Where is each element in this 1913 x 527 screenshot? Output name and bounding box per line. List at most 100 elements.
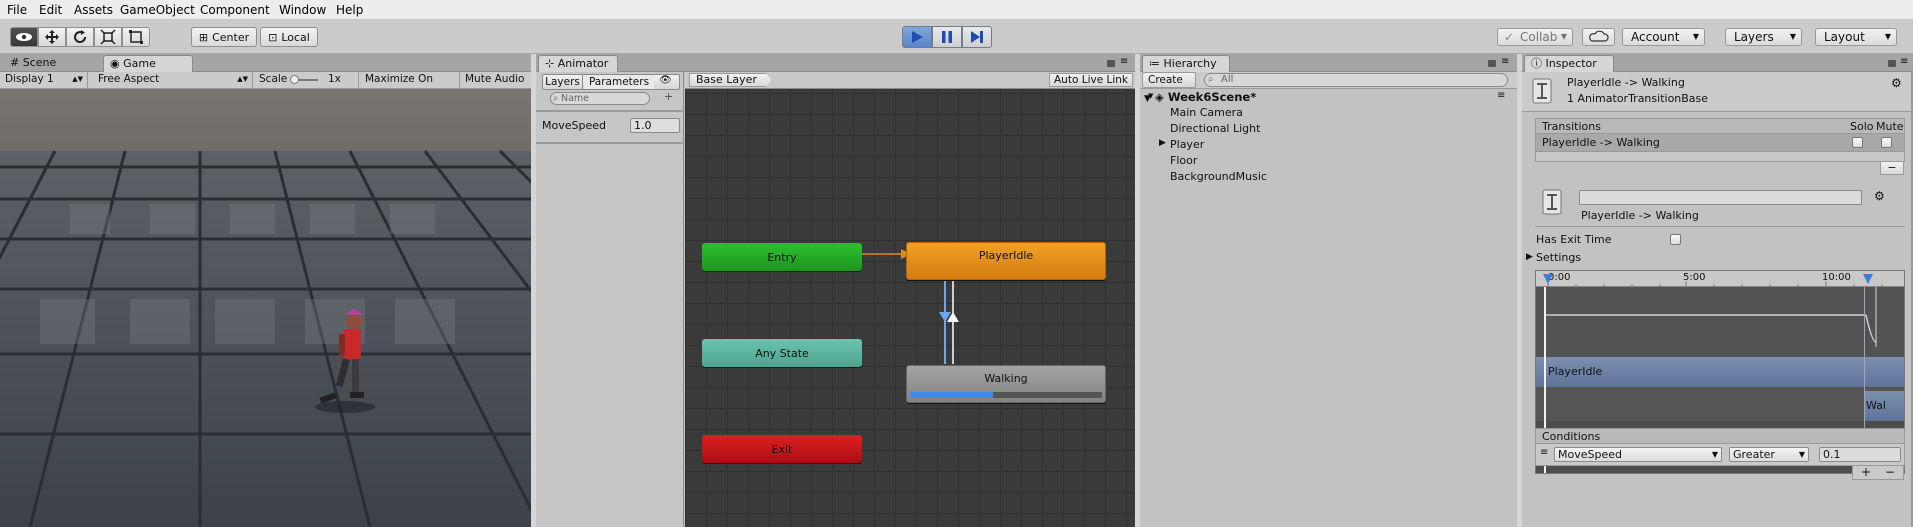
- state-walking[interactable]: Walking: [906, 365, 1106, 403]
- hierarchy-item-background-music[interactable]: BackgroundMusic: [1170, 170, 1267, 183]
- menu-gameobject[interactable]: GameObject: [120, 3, 195, 17]
- remove-transition-button[interactable]: −: [1880, 162, 1904, 175]
- tab-layers[interactable]: Layers: [543, 75, 583, 89]
- collab-dropdown[interactable]: ✓ Collab ▼: [1497, 28, 1573, 46]
- lock-icon[interactable]: [1107, 60, 1115, 67]
- eye-icon[interactable]: 👁: [659, 75, 672, 86]
- play-button[interactable]: [902, 26, 932, 48]
- floor-grid-image: [0, 149, 531, 527]
- search-icon: ⌕: [1208, 74, 1214, 85]
- animator-graph[interactable]: Base Layer Auto Live Link Entry PlayerId…: [685, 72, 1135, 527]
- animator-icon: ⊹: [545, 57, 555, 70]
- lock-icon[interactable]: [1488, 60, 1496, 67]
- timeline-state-walking[interactable]: Wal: [1864, 391, 1904, 421]
- scale-slider-knob[interactable]: [290, 75, 299, 84]
- settings-gear-icon[interactable]: ⚙: [1874, 189, 1885, 203]
- inspector-subtitle: 1 AnimatorTransitionBase: [1567, 92, 1709, 105]
- pivot-local-button[interactable]: ⊡ Local: [260, 27, 318, 47]
- transitions-header: Transitions: [1542, 120, 1601, 133]
- scene-menu-icon[interactable]: ≡: [1497, 90, 1505, 101]
- menu-help[interactable]: Help: [336, 3, 363, 17]
- timeline-state-playeridle-label: PlayerIdle: [1548, 365, 1603, 378]
- parameter-value-field[interactable]: 1.0: [630, 118, 680, 133]
- state-player-idle[interactable]: PlayerIdle: [906, 242, 1106, 280]
- hierarchy-item-main-camera[interactable]: Main Camera: [1170, 106, 1243, 119]
- transition-row[interactable]: PlayerIdle -> Walking: [1535, 134, 1905, 152]
- condition-param-dropdown[interactable]: MoveSpeed ▼: [1554, 447, 1722, 462]
- menu-file[interactable]: File: [7, 3, 27, 17]
- tab-scene[interactable]: # Scene: [4, 55, 76, 72]
- tab-game[interactable]: ◉ Game: [103, 55, 193, 72]
- hierarchy-item-floor[interactable]: Floor: [1170, 154, 1197, 167]
- pivot-center-button[interactable]: ⊞ Center: [191, 27, 257, 47]
- expand-right-icon[interactable]: ▶: [1526, 252, 1533, 262]
- hierarchy-icon: ≔: [1149, 57, 1160, 70]
- hierarchy-item-player[interactable]: Player: [1170, 138, 1204, 151]
- search-icon: ⌕: [553, 93, 559, 104]
- add-condition-button[interactable]: +: [1861, 465, 1871, 479]
- step-button[interactable]: [962, 26, 992, 48]
- state-exit[interactable]: Exit: [702, 435, 862, 463]
- layers-label: Layers: [1734, 30, 1774, 44]
- lock-icon[interactable]: [1888, 60, 1896, 67]
- cloud-button[interactable]: [1582, 28, 1615, 46]
- move-tool-button[interactable]: [38, 27, 66, 47]
- pause-button[interactable]: [932, 26, 962, 48]
- state-any-label: Any State: [755, 346, 809, 360]
- condition-row: ≡ MoveSpeed ▼ Greater ▼ 0.1: [1535, 444, 1905, 466]
- menu-assets[interactable]: Assets: [74, 3, 113, 17]
- drag-handle-icon[interactable]: ≡: [1540, 447, 1548, 458]
- settings-foldout[interactable]: Settings: [1536, 251, 1581, 264]
- timeline-state-playeridle[interactable]: PlayerIdle: [1536, 357, 1904, 387]
- remove-condition-button[interactable]: −: [1885, 465, 1895, 479]
- has-exit-time-checkbox[interactable]: [1670, 234, 1681, 245]
- mute-audio-toggle[interactable]: Mute Audio: [460, 72, 531, 88]
- tab-animator[interactable]: ⊹ Animator: [538, 55, 618, 72]
- mute-checkbox[interactable]: [1881, 137, 1892, 148]
- layout-dropdown[interactable]: Layout ▼: [1815, 28, 1897, 46]
- menu-icon[interactable]: ≡: [1501, 56, 1509, 67]
- solo-checkbox[interactable]: [1852, 137, 1863, 148]
- condition-value-field[interactable]: 0.1: [1819, 447, 1901, 462]
- add-parameter-button[interactable]: +: [664, 90, 673, 103]
- state-entry[interactable]: Entry: [702, 243, 862, 271]
- hierarchy-search-input[interactable]: ⌕ All: [1204, 73, 1508, 87]
- state-any[interactable]: Any State: [702, 339, 862, 367]
- account-dropdown[interactable]: Account ▼: [1622, 28, 1705, 46]
- solo-label: Solo: [1850, 120, 1874, 133]
- menu-icon[interactable]: ≡: [1900, 56, 1908, 67]
- display-dropdown[interactable]: Display 1 ▲▼: [0, 72, 88, 88]
- settings-gear-icon[interactable]: ⚙: [1891, 76, 1902, 90]
- rotate-icon: [74, 30, 87, 44]
- menu-icon[interactable]: ≡: [1120, 56, 1128, 67]
- tab-inspector-label: Inspector: [1545, 57, 1597, 70]
- hierarchy-item-directional-light[interactable]: Directional Light: [1170, 122, 1260, 135]
- mute-label: Mute Audio: [465, 73, 525, 85]
- game-viewport[interactable]: [0, 89, 531, 527]
- transition-name-field[interactable]: [1579, 190, 1862, 205]
- expand-right-icon[interactable]: ▶: [1159, 138, 1166, 148]
- scale-control[interactable]: Scale 1x: [254, 72, 359, 88]
- menu-component[interactable]: Component: [200, 3, 270, 17]
- menu-window[interactable]: Window: [279, 3, 326, 17]
- parameter-search-input[interactable]: ⌕ Name: [550, 92, 650, 105]
- scene-root[interactable]: ▼ ◈ Week6Scene*: [1144, 90, 1256, 104]
- hand-tool-button[interactable]: [10, 27, 38, 47]
- state-entry-label: Entry: [767, 250, 797, 264]
- game-tab-row: # Scene ◉ Game: [0, 54, 531, 72]
- tab-hierarchy[interactable]: ≔ Hierarchy: [1142, 55, 1230, 72]
- transition-icon: [1532, 78, 1552, 104]
- condition-operator-dropdown[interactable]: Greater ▼: [1729, 447, 1809, 462]
- aspect-dropdown[interactable]: Free Aspect ▲▼: [93, 72, 253, 88]
- rotate-tool-button[interactable]: [66, 27, 94, 47]
- tab-parameters[interactable]: Parameters: [584, 75, 654, 89]
- expand-down-icon[interactable]: ▼: [1144, 94, 1151, 104]
- scale-tool-button[interactable]: [94, 27, 122, 47]
- create-dropdown[interactable]: Create ▼: [1142, 72, 1196, 100]
- tab-inspector[interactable]: ⓘ Inspector: [1524, 55, 1614, 72]
- layers-dropdown[interactable]: Layers ▼: [1725, 28, 1802, 46]
- menu-edit[interactable]: Edit: [39, 3, 62, 17]
- maximize-on-play-toggle[interactable]: Maximize On Play: [360, 72, 460, 100]
- ruler-ticks: [1547, 281, 1883, 287]
- rect-tool-button[interactable]: [122, 27, 150, 47]
